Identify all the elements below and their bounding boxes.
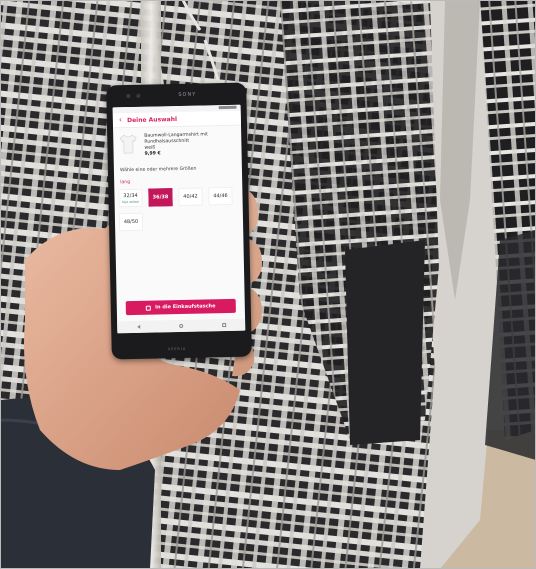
- size-label: 32/34: [123, 192, 138, 199]
- shopping-bag-icon: [146, 305, 152, 311]
- shirt-icon: [119, 134, 137, 154]
- nav-back-icon[interactable]: [136, 324, 140, 329]
- product-info: Baumwoll-Langarmshirt mit Rundhalsaussch…: [144, 132, 235, 158]
- availability-note: Nur online: [122, 199, 139, 204]
- add-to-bag-button[interactable]: In die Einkaufstasche: [125, 298, 236, 316]
- nav-recent-apps-icon[interactable]: [221, 323, 226, 328]
- size-option-36-38[interactable]: 36/38: [148, 188, 173, 207]
- product-summary: Baumwoll-Langarmshirt mit Rundhalsaussch…: [113, 126, 242, 159]
- phone-brand-logo: SONY: [178, 91, 197, 98]
- phone-screen: ‹ Deine Auswahl Baumwoll-Langarmshirt mi…: [112, 104, 246, 334]
- status-icons: [218, 105, 237, 110]
- size-option-32-34[interactable]: 32/34 Nur online: [118, 188, 143, 208]
- size-option-40-42[interactable]: 40/42: [178, 187, 203, 207]
- nav-home-icon[interactable]: [178, 323, 183, 329]
- clothing-rack-background: [0, 0, 536, 569]
- size-grid: 32/34 Nur online 36/38 40/42 44/46 48/50: [114, 186, 243, 260]
- product-thumbnail: [119, 134, 137, 154]
- size-label: 48/50: [123, 218, 139, 226]
- size-option-44-46[interactable]: 44/46: [208, 186, 233, 206]
- add-to-bag-label: In die Einkaufstasche: [155, 303, 216, 311]
- size-label: 44/46: [213, 192, 228, 200]
- size-option-48-50[interactable]: 48/50: [118, 212, 144, 232]
- smartphone: SONY ‹ Deine Auswahl Baumwoll-Langarmshi…: [106, 82, 252, 360]
- android-nav-bar: [117, 318, 246, 334]
- phone-model-logo: XPERIA: [167, 346, 187, 352]
- size-label: 36/38: [152, 194, 169, 201]
- chevron-left-icon[interactable]: ‹: [119, 115, 122, 124]
- camera-sensor: [136, 93, 141, 98]
- store-photo: SONY ‹ Deine Auswahl Baumwoll-Langarmshi…: [0, 0, 536, 569]
- size-label: 40/42: [183, 193, 198, 200]
- camera-sensor: [126, 93, 131, 99]
- page-title: Deine Auswahl: [127, 115, 178, 124]
